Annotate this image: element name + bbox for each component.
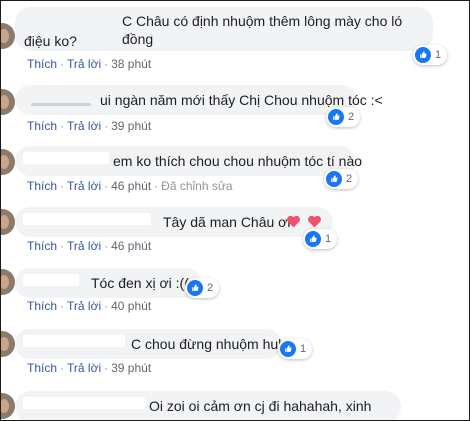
reply-link[interactable]: Trả lời [67,361,101,375]
reaction-count[interactable]: 1 [303,229,338,249]
heart-emoji-icon [307,214,322,229]
reply-link[interactable]: Trả lời [67,239,101,253]
like-link[interactable]: Thích [27,239,57,253]
comments-panel: C Châu có định nhuộm thêm lông mày cho l… [0,0,470,421]
comment-actions: Thích · Trả lời · 38 phút [27,57,152,71]
comment-bubble: Tóc đen xị ơi :(( [15,268,201,298]
avatar[interactable] [1,89,15,115]
like-link[interactable]: Thích [27,57,57,71]
comment-actions: Thích · Trả lời · 39 phút [27,119,152,133]
comment-text: Oi zoi oi cảm ơn cj đi hahahah, xinh [149,398,372,414]
like-link[interactable]: Thích [27,119,57,133]
comment-bubble: em ko thích chou chou nhuộm tóc tí nào [15,146,362,176]
redacted-name [23,213,151,225]
redacted-name [23,335,125,347]
edited-label[interactable]: Đã chỉnh sửa [161,179,232,193]
reaction-count[interactable]: 1 [278,339,313,359]
comment-actions: Thích · Trả lời · 46 phút [27,239,152,253]
reply-link[interactable]: Trả lời [67,119,101,133]
like-icon [328,109,344,125]
comment-text: em ko thích chou chou nhuộm tóc tí nào [113,153,363,169]
timestamp[interactable]: 38 phút [111,57,151,71]
like-link[interactable]: Thích [27,179,57,193]
avatar[interactable] [1,209,15,235]
avatar[interactable] [1,331,15,357]
reaction-count[interactable]: 2 [185,278,220,298]
redacted-name [23,274,79,286]
comment-text: C chou đừng nhuộm huhu [131,336,294,352]
like-icon [280,341,296,357]
avatar[interactable] [1,23,15,49]
comment-bubble: ui ngàn năm mới thấy Chị Chou nhuộm tóc … [15,85,383,115]
like-icon [415,47,431,63]
reaction-count[interactable]: 1 [413,45,448,65]
redacted-name [23,397,145,409]
like-link[interactable]: Thích [27,299,57,313]
heart-emoji-icon [286,214,301,229]
redacted-name [31,103,91,106]
comment-actions: Thích · Trả lời · 40 phút [27,299,152,313]
comment-text: điệu ko? [24,33,77,49]
reaction-count[interactable]: 2 [324,169,359,189]
like-icon [305,231,321,247]
redacted-name [23,152,109,164]
comment-bubble: Oi zoi oi cảm ơn cj đi hahahah, xinh [15,391,401,420]
reaction-count[interactable]: 2 [326,107,361,127]
timestamp[interactable]: 40 phút [111,299,151,313]
avatar[interactable] [1,149,15,175]
comment-text: Tóc đen xị ơi :(( [91,275,189,291]
timestamp[interactable]: 46 phút [111,179,151,193]
reply-link[interactable]: Trả lời [67,179,101,193]
avatar[interactable] [1,269,15,295]
like-link[interactable]: Thích [27,361,57,375]
comment-text: C Châu có định nhuộm thêm lông mày cho l… [122,13,403,47]
like-icon [187,280,203,296]
timestamp[interactable]: 39 phút [111,119,151,133]
reply-link[interactable]: Trả lời [67,57,101,71]
reply-link[interactable]: Trả lời [67,299,101,313]
comment-text: Tây dã man Châu ơi [163,214,291,230]
timestamp[interactable]: 39 phút [111,361,151,375]
comment-bubble: C chou đừng nhuộm huhu [15,329,294,359]
timestamp[interactable]: 46 phút [111,239,151,253]
like-icon [326,171,342,187]
comment-actions: Thích · Trả lời · 39 phút [27,361,152,375]
comment-actions: Thích · Trả lời · 46 phút · Đã chỉnh sửa [27,179,233,193]
avatar[interactable] [1,393,15,419]
comment-bubble: C Châu có định nhuộm thêm lông mày cho l… [15,7,433,51]
comment-bubble: Tây dã man Châu ơi [15,207,333,237]
